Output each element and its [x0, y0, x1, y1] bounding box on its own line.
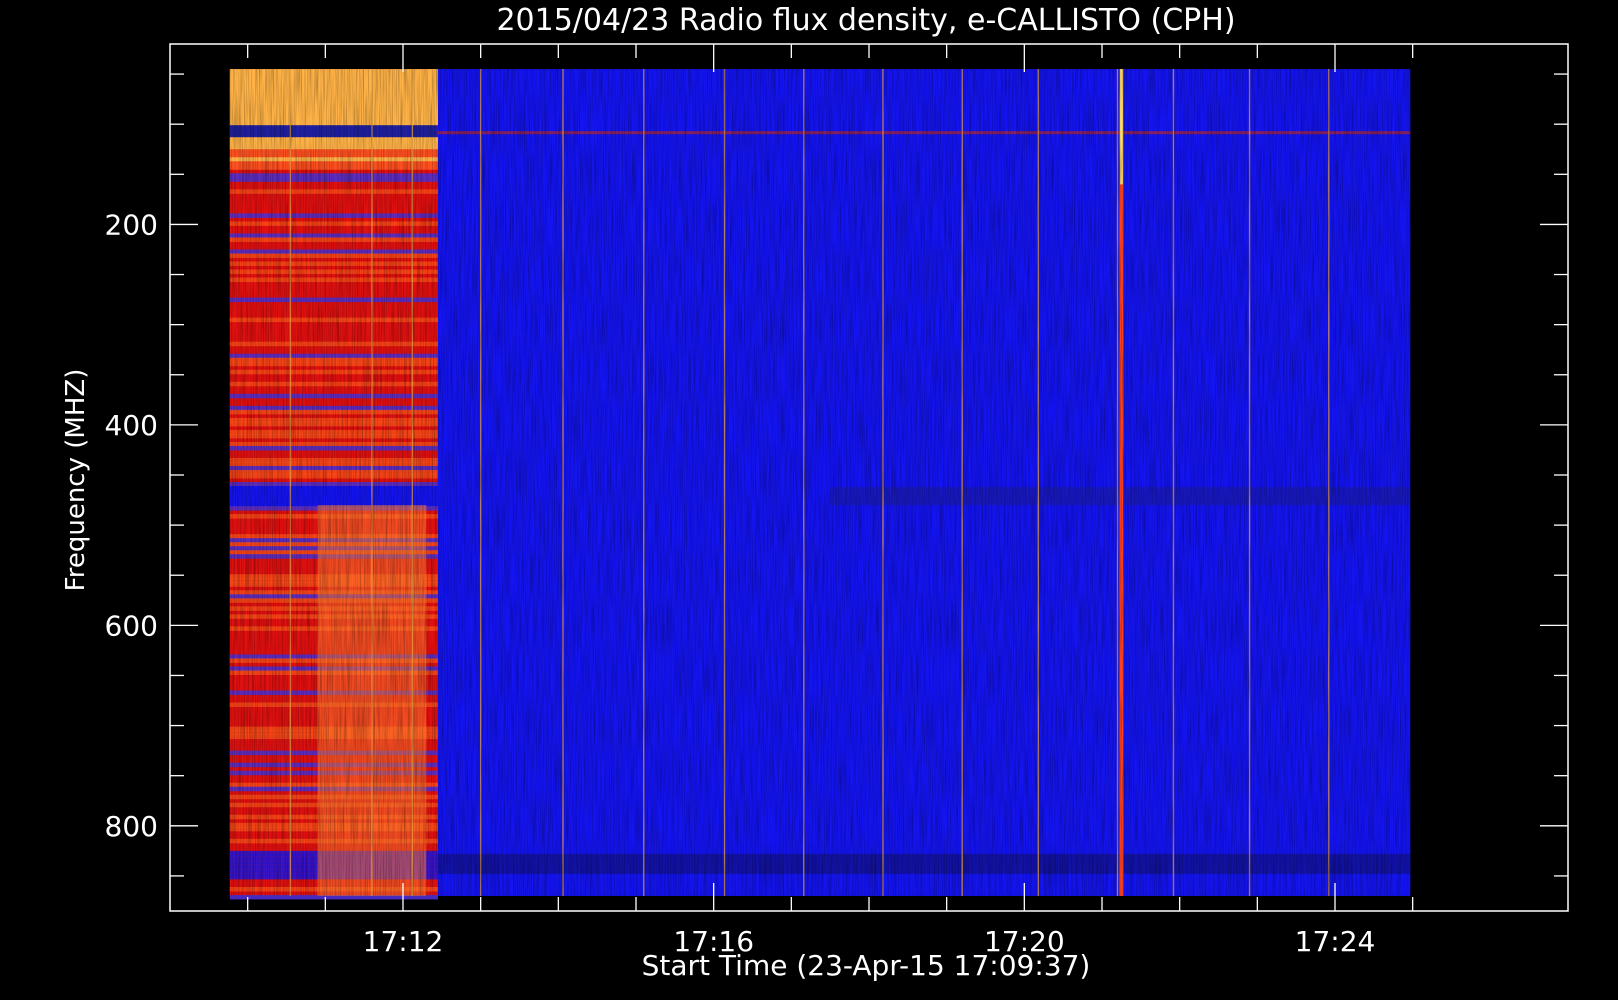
heatmap-area	[229, 69, 1411, 900]
y-tick-label: 200	[105, 208, 158, 241]
y-tick-label: 600	[105, 609, 158, 642]
y-axis-label: Frequency (MHZ)	[61, 369, 91, 592]
noise-texture	[229, 69, 1411, 896]
y-tick-label: 400	[105, 409, 158, 442]
x-tick-label: 17:12	[363, 925, 444, 958]
x-tick-label: 17:24	[1295, 925, 1376, 958]
y-tick-label: 800	[105, 810, 158, 843]
chart-title: 2015/04/23 Radio flux density, e-CALLIST…	[496, 3, 1235, 38]
spectrogram-chart: 2015/04/23 Radio flux density, e-CALLIST…	[0, 0, 1618, 1000]
x-axis-label: Start Time (23-Apr-15 17:09:37)	[642, 949, 1091, 982]
